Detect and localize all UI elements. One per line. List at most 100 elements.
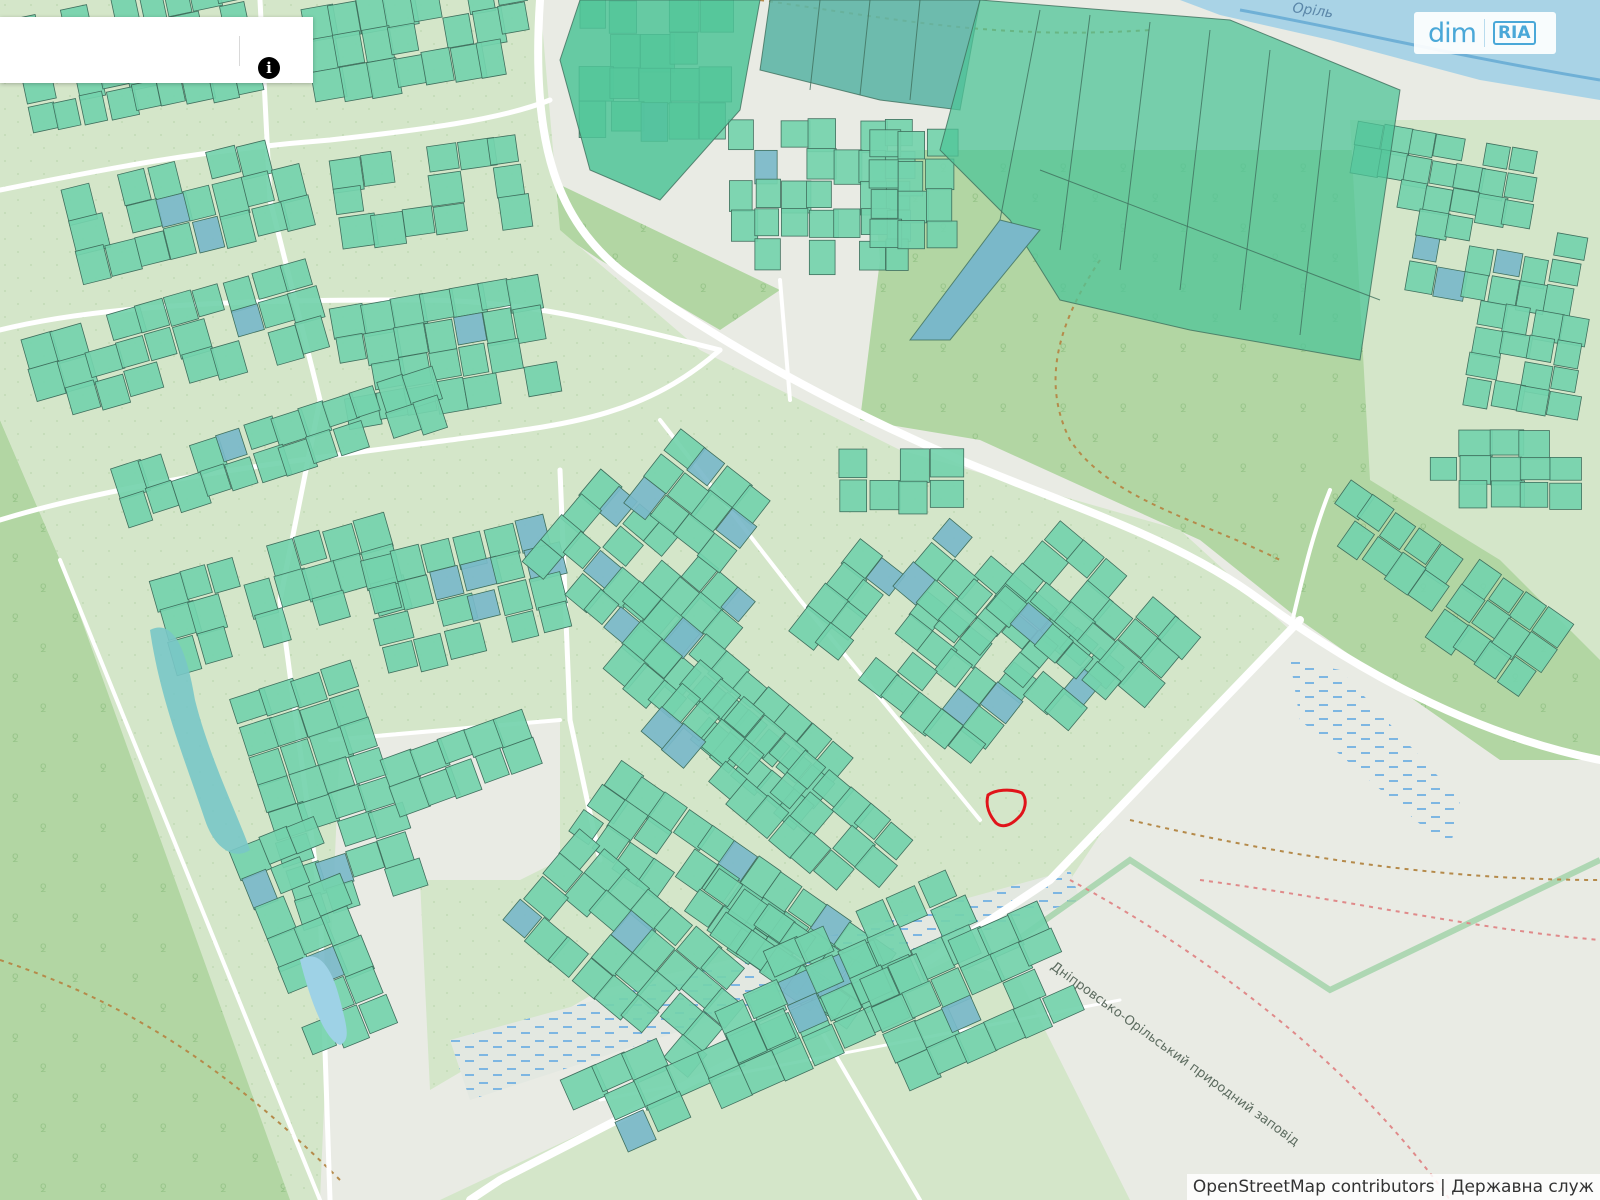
land-parcel[interactable] bbox=[335, 332, 367, 364]
land-parcel[interactable] bbox=[401, 205, 436, 238]
land-parcel[interactable] bbox=[1429, 457, 1457, 481]
land-parcel[interactable] bbox=[1549, 457, 1582, 481]
land-parcel[interactable] bbox=[898, 480, 928, 515]
info-icon[interactable]: i bbox=[258, 57, 280, 79]
land-parcel[interactable] bbox=[1444, 213, 1474, 242]
land-parcel[interactable] bbox=[806, 148, 837, 180]
land-parcel[interactable] bbox=[462, 372, 502, 410]
land-parcel[interactable] bbox=[897, 190, 929, 224]
land-parcel[interactable] bbox=[432, 202, 468, 236]
land-parcel[interactable] bbox=[360, 150, 396, 187]
land-parcel[interactable] bbox=[1459, 455, 1492, 485]
land-parcel[interactable] bbox=[729, 180, 753, 212]
land-parcel[interactable] bbox=[427, 170, 466, 207]
land-parcel[interactable] bbox=[929, 479, 965, 508]
land-parcel[interactable] bbox=[869, 129, 902, 158]
dimria-logo[interactable]: dim RIA bbox=[1414, 12, 1556, 54]
land-parcel[interactable] bbox=[442, 13, 475, 49]
land-parcel[interactable] bbox=[426, 142, 460, 173]
land-parcel[interactable] bbox=[497, 193, 534, 231]
land-parcel[interactable] bbox=[1411, 234, 1441, 263]
land-parcel[interactable] bbox=[1490, 480, 1525, 508]
land-parcel[interactable] bbox=[838, 448, 868, 478]
land-parcel[interactable] bbox=[386, 22, 420, 56]
land-parcel[interactable] bbox=[897, 131, 925, 160]
land-parcel[interactable] bbox=[839, 479, 868, 513]
land-parcel[interactable] bbox=[1462, 376, 1492, 410]
logo-sub-text: RIA bbox=[1492, 21, 1536, 45]
land-parcel[interactable] bbox=[833, 149, 863, 185]
land-parcel[interactable] bbox=[1458, 480, 1488, 509]
land-parcel[interactable] bbox=[486, 134, 520, 166]
land-parcel[interactable] bbox=[497, 1, 530, 35]
land-parcel[interactable] bbox=[486, 337, 524, 374]
land-parcel[interactable] bbox=[512, 304, 547, 345]
land-parcel[interactable] bbox=[869, 218, 903, 248]
land-parcel[interactable] bbox=[458, 342, 490, 377]
land-parcel[interactable] bbox=[1407, 128, 1437, 159]
land-parcel[interactable] bbox=[1432, 133, 1466, 162]
land-parcel[interactable] bbox=[1464, 245, 1495, 277]
land-parcel[interactable] bbox=[1525, 334, 1556, 363]
land-parcel[interactable] bbox=[1542, 283, 1575, 317]
cadastral-map[interactable]: ꝿ ꝿ bbox=[0, 0, 1600, 1200]
land-parcel[interactable] bbox=[806, 180, 832, 208]
land-parcel[interactable] bbox=[1465, 351, 1501, 381]
land-parcel[interactable] bbox=[453, 312, 488, 346]
land-parcel[interactable] bbox=[1492, 248, 1524, 278]
land-parcel[interactable] bbox=[1458, 429, 1493, 457]
land-parcel[interactable] bbox=[780, 120, 811, 148]
land-parcel[interactable] bbox=[897, 220, 925, 250]
land-parcel[interactable] bbox=[833, 208, 861, 238]
land-parcel[interactable] bbox=[523, 361, 563, 398]
land-parcel[interactable] bbox=[807, 118, 836, 153]
land-parcel[interactable] bbox=[423, 318, 458, 355]
land-parcel[interactable] bbox=[492, 163, 526, 199]
land-parcel[interactable] bbox=[1518, 430, 1550, 460]
land-parcel[interactable] bbox=[1548, 258, 1582, 287]
land-parcel[interactable] bbox=[926, 220, 958, 249]
land-parcel[interactable] bbox=[1460, 271, 1490, 302]
search-input[interactable] bbox=[0, 17, 230, 83]
land-parcel[interactable] bbox=[331, 30, 366, 68]
land-parcel[interactable] bbox=[1553, 339, 1583, 370]
land-parcel[interactable] bbox=[392, 322, 430, 358]
land-parcel[interactable] bbox=[1550, 366, 1580, 394]
land-parcel[interactable] bbox=[1519, 457, 1552, 481]
land-parcel[interactable] bbox=[781, 208, 809, 237]
land-parcel[interactable] bbox=[332, 184, 365, 216]
land-parcel[interactable] bbox=[1500, 199, 1535, 230]
land-parcel[interactable] bbox=[731, 209, 759, 242]
map-view[interactable]: ꝿ ꝿ bbox=[0, 0, 1600, 1200]
land-parcel[interactable] bbox=[754, 208, 779, 237]
land-parcel[interactable] bbox=[728, 119, 754, 151]
land-parcel[interactable] bbox=[1449, 187, 1481, 216]
land-parcel[interactable] bbox=[52, 98, 82, 131]
land-parcel[interactable] bbox=[1508, 146, 1538, 174]
land-parcel[interactable] bbox=[369, 210, 408, 249]
land-parcel[interactable] bbox=[1482, 142, 1511, 170]
land-parcel[interactable] bbox=[897, 161, 924, 197]
land-parcel[interactable] bbox=[1404, 260, 1438, 296]
land-parcel[interactable] bbox=[1519, 481, 1549, 508]
agency-attribution: Державна служ bbox=[1451, 1177, 1594, 1197]
land-parcel[interactable] bbox=[1503, 172, 1538, 203]
land-parcel[interactable] bbox=[869, 480, 901, 511]
land-parcel[interactable] bbox=[899, 448, 930, 483]
logo-main-text: dim bbox=[1428, 17, 1477, 49]
land-parcel[interactable] bbox=[754, 238, 781, 271]
map-attribution: OpenStreetMap contributors | Державна сл… bbox=[1186, 1174, 1600, 1200]
land-parcel[interactable] bbox=[926, 188, 953, 223]
osm-attribution-link[interactable]: OpenStreetMap contributors bbox=[1193, 1177, 1435, 1197]
land-parcel[interactable] bbox=[1515, 384, 1551, 417]
land-parcel[interactable] bbox=[868, 159, 899, 189]
land-parcel[interactable] bbox=[808, 239, 836, 276]
land-parcel[interactable] bbox=[755, 178, 781, 209]
land-parcel[interactable] bbox=[925, 158, 955, 191]
land-parcel[interactable] bbox=[870, 189, 899, 219]
land-parcel[interactable] bbox=[1549, 482, 1582, 510]
land-parcel[interactable] bbox=[1553, 232, 1589, 261]
land-parcel[interactable] bbox=[420, 47, 455, 86]
land-parcel[interactable] bbox=[929, 448, 965, 478]
land-parcel[interactable] bbox=[1545, 390, 1583, 421]
